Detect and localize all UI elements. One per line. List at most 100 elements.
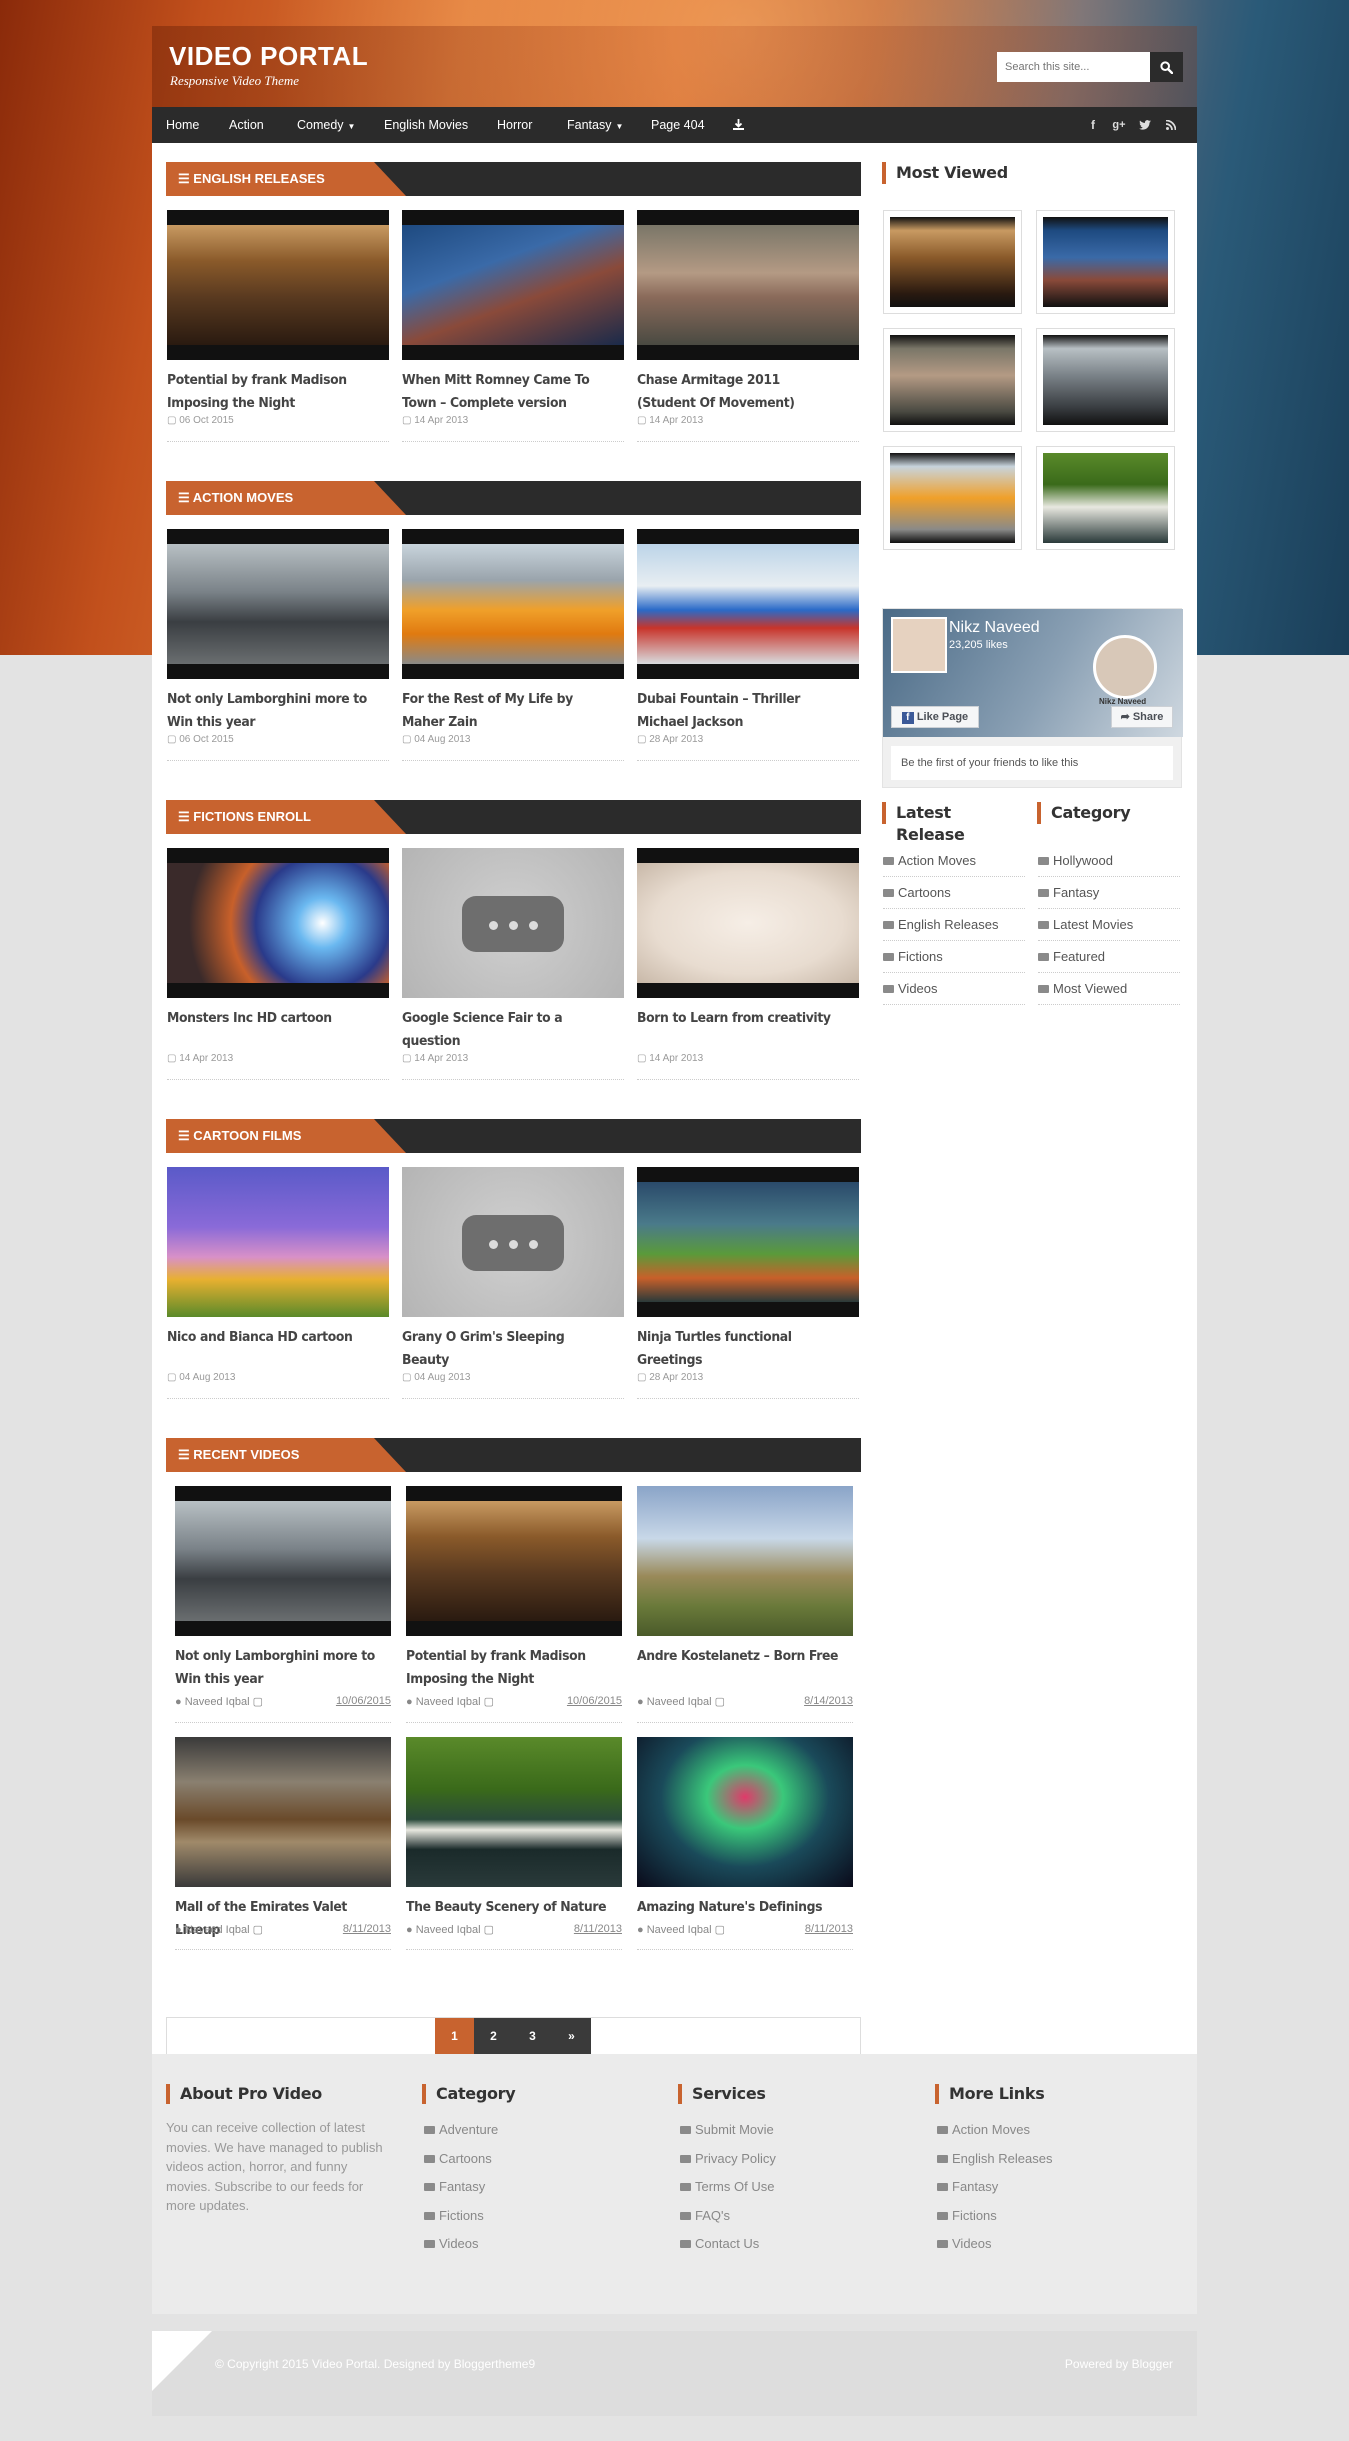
powered-by-link[interactable]: Powered by Blogger: [1065, 2357, 1173, 2371]
footer-link[interactable]: Fantasy: [424, 2173, 624, 2202]
most-viewed-thumb[interactable]: [883, 328, 1022, 432]
video-thumbnail[interactable]: [402, 1167, 624, 1317]
video-date[interactable]: 8/11/2013: [574, 1923, 622, 1935]
video-title[interactable]: Not only Lamborghini more to Win this ye…: [167, 688, 371, 734]
facebook-cover[interactable]: Nikz Naveed 23,205 likes Nikz Naveed f Li…: [883, 609, 1183, 737]
video-title[interactable]: Born to Learn from creativity: [637, 1007, 841, 1030]
search-button[interactable]: [1150, 52, 1183, 82]
video-author[interactable]: Naveed Iqbal: [647, 1696, 712, 1708]
most-viewed-thumb[interactable]: [883, 210, 1022, 314]
google-plus-icon[interactable]: g+: [1109, 107, 1129, 143]
video-title[interactable]: The Beauty Scenery of Nature: [406, 1896, 618, 1919]
nav-item-fantasy[interactable]: Fantasy ▼: [567, 107, 623, 143]
site-title[interactable]: VIDEO PORTAL: [169, 41, 368, 72]
video-thumbnail[interactable]: [402, 210, 624, 360]
facebook-icon[interactable]: f: [1083, 107, 1103, 143]
video-title[interactable]: Grany O Grim's Sleeping Beauty: [402, 1326, 606, 1372]
next-page-button[interactable]: »: [552, 2018, 591, 2054]
footer-link[interactable]: Action Moves: [937, 2116, 1137, 2145]
footer-link[interactable]: Submit Movie: [680, 2116, 880, 2145]
section-tab[interactable]: ☰ CARTOON FILMS: [166, 1119, 406, 1153]
list-item[interactable]: Latest Movies: [1038, 909, 1180, 941]
video-title[interactable]: Nico and Bianca HD cartoon: [167, 1326, 371, 1349]
video-thumbnail[interactable]: [402, 848, 624, 998]
section-tab[interactable]: ☰ RECENT VIDEOS: [166, 1438, 406, 1472]
video-author[interactable]: Naveed Iqbal: [416, 1924, 481, 1936]
search-input[interactable]: [997, 52, 1150, 82]
footer-link[interactable]: Fantasy: [937, 2173, 1137, 2202]
page-1-button[interactable]: 1: [435, 2018, 474, 2054]
section-tab[interactable]: ☰ ACTION MOVES: [166, 481, 406, 515]
footer-link[interactable]: Videos: [937, 2230, 1137, 2259]
nav-item-download[interactable]: [732, 107, 745, 143]
video-title[interactable]: Dubai Fountain – Thriller Michael Jackso…: [637, 688, 841, 734]
video-date[interactable]: 8/11/2013: [343, 1923, 391, 1935]
video-date[interactable]: 10/06/2015: [567, 1695, 622, 1707]
video-author[interactable]: Naveed Iqbal: [185, 1696, 250, 1708]
facebook-page-name[interactable]: Nikz Naveed: [949, 619, 1040, 637]
video-author[interactable]: Naveed Iqbal: [416, 1696, 481, 1708]
video-thumbnail[interactable]: [406, 1737, 622, 1887]
facebook-like-button[interactable]: f Like Page: [891, 706, 979, 728]
nav-item-home[interactable]: Home: [166, 107, 199, 143]
video-thumbnail[interactable]: [637, 1486, 853, 1636]
video-thumbnail[interactable]: [175, 1737, 391, 1887]
list-item[interactable]: Fictions: [883, 941, 1025, 973]
most-viewed-thumb[interactable]: [1036, 328, 1175, 432]
video-thumbnail[interactable]: [402, 529, 624, 679]
video-title[interactable]: Ninja Turtles functional Greetings: [637, 1326, 841, 1372]
facebook-share-button[interactable]: ➦ Share: [1111, 706, 1173, 728]
video-thumbnail[interactable]: [637, 529, 859, 679]
video-thumbnail[interactable]: [175, 1486, 391, 1636]
avatar[interactable]: [891, 617, 947, 673]
footer-link[interactable]: Privacy Policy: [680, 2145, 880, 2174]
list-item[interactable]: Hollywood: [1038, 845, 1180, 877]
most-viewed-thumb[interactable]: [1036, 210, 1175, 314]
list-item[interactable]: English Releases: [883, 909, 1025, 941]
list-item[interactable]: Videos: [883, 973, 1025, 1005]
most-viewed-thumb[interactable]: [883, 446, 1022, 550]
video-title[interactable]: Amazing Nature's Definings: [637, 1896, 849, 1919]
nav-item-english-movies[interactable]: English Movies: [384, 107, 468, 143]
footer-link[interactable]: Fictions: [937, 2202, 1137, 2231]
rss-icon[interactable]: [1161, 107, 1181, 143]
video-thumbnail[interactable]: [637, 1737, 853, 1887]
video-date[interactable]: 8/14/2013: [804, 1695, 853, 1707]
video-title[interactable]: When Mitt Romney Came To Town – Complete…: [402, 369, 606, 415]
nav-item-comedy[interactable]: Comedy ▼: [297, 107, 355, 143]
video-author[interactable]: Naveed Iqbal: [647, 1924, 712, 1936]
section-tab[interactable]: ☰ ENGLISH RELEASES: [166, 162, 406, 196]
footer-link[interactable]: Adventure: [424, 2116, 624, 2145]
video-thumbnail[interactable]: [406, 1486, 622, 1636]
video-title[interactable]: Not only Lamborghini more to Win this ye…: [175, 1645, 387, 1691]
footer-link[interactable]: English Releases: [937, 2145, 1137, 2174]
list-item[interactable]: Most Viewed: [1038, 973, 1180, 1005]
nav-item-page-404[interactable]: Page 404: [651, 107, 705, 143]
footer-link[interactable]: Cartoons: [424, 2145, 624, 2174]
section-tab[interactable]: ☰ FICTIONS ENROLL: [166, 800, 406, 834]
video-date[interactable]: 8/11/2013: [805, 1923, 853, 1935]
nav-item-action[interactable]: Action: [229, 107, 264, 143]
list-item[interactable]: Action Moves: [883, 845, 1025, 877]
most-viewed-thumb[interactable]: [1036, 446, 1175, 550]
footer-link[interactable]: Fictions: [424, 2202, 624, 2231]
video-title[interactable]: Google Science Fair to a question: [402, 1007, 606, 1053]
footer-link[interactable]: Videos: [424, 2230, 624, 2259]
nav-item-horror[interactable]: Horror: [497, 107, 532, 143]
video-thumbnail[interactable]: [637, 848, 859, 998]
video-title[interactable]: Monsters Inc HD cartoon: [167, 1007, 371, 1030]
footer-link[interactable]: Terms Of Use: [680, 2173, 880, 2202]
footer-link[interactable]: Contact Us: [680, 2230, 880, 2259]
video-thumbnail[interactable]: [167, 1167, 389, 1317]
twitter-icon[interactable]: [1135, 107, 1155, 143]
list-item[interactable]: Featured: [1038, 941, 1180, 973]
video-date[interactable]: 10/06/2015: [336, 1695, 391, 1707]
list-item[interactable]: Cartoons: [883, 877, 1025, 909]
video-title[interactable]: For the Rest of My Life by Maher Zain: [402, 688, 606, 734]
page-2-button[interactable]: 2: [474, 2018, 513, 2054]
video-title[interactable]: Andre Kostelanetz – Born Free: [637, 1645, 849, 1668]
video-title[interactable]: Potential by frank Madison Imposing the …: [167, 369, 371, 415]
video-title[interactable]: Potential by frank Madison Imposing the …: [406, 1645, 618, 1691]
video-thumbnail[interactable]: [637, 1167, 859, 1317]
video-title[interactable]: Chase Armitage 2011 (Student Of Movement…: [637, 369, 841, 415]
